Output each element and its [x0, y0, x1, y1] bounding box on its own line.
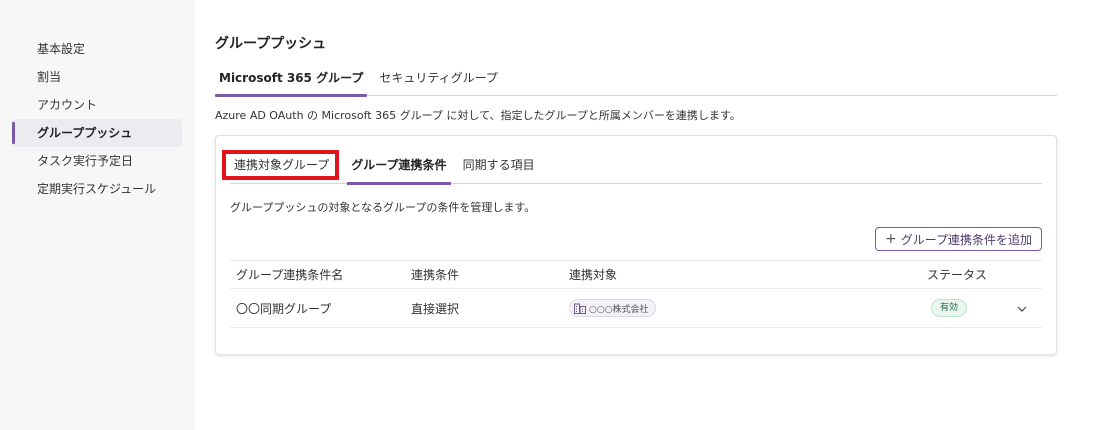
table-row[interactable]: 〇〇同期グループ 直接選択 ○○○株式会社 有効 [230, 289, 1042, 328]
page-title: グループプッシュ [215, 36, 327, 52]
column-header-target: 連携対象 [569, 268, 618, 282]
column-header-condition: 連携条件 [411, 268, 460, 282]
table-header-row: グループ連携条件名 連携条件 連携対象 ステータス [230, 260, 1042, 289]
main-content: グループプッシュ Microsoft 365 グループ セキュリティグループ A… [195, 0, 1112, 430]
sidebar-item-assignment[interactable]: 割当 [12, 63, 182, 91]
add-button-label: グループ連携条件を追加 [900, 232, 1032, 247]
column-header-name: グループ連携条件名 [236, 268, 344, 282]
cell-condition-name: 〇〇同期グループ [236, 301, 332, 316]
add-row: + グループ連携条件を追加 [230, 227, 1042, 251]
cell-status: 有効 [921, 289, 1011, 328]
tab-target-group[interactable]: 連携対象グループ [222, 150, 340, 180]
chevron-down-icon[interactable] [1017, 301, 1027, 315]
sidebar-item-account[interactable]: アカウント [12, 91, 182, 119]
sidebar-item-group-push[interactable]: グループプッシュ [12, 119, 182, 147]
conditions-table: グループ連携条件名 連携条件 連携対象 ステータス 〇〇同期グループ 直接選択 [230, 260, 1042, 328]
tab-security-group[interactable]: セキュリティグループ [375, 66, 502, 96]
sidebar-item-task-schedule-date[interactable]: タスク実行予定日 [12, 147, 182, 175]
plus-icon: + [884, 231, 897, 247]
target-tag-label: ○○○株式会社 [589, 304, 649, 315]
page-description: Azure AD OAuth の Microsoft 365 グループ に対して… [215, 109, 741, 122]
sidebar-item-basic-settings[interactable]: 基本設定 [12, 35, 182, 63]
status-badge: 有効 [931, 299, 968, 317]
cell-target: ○○○株式会社 [563, 289, 921, 328]
card-description: グループプッシュの対象となるグループの条件を管理します。 [230, 201, 536, 214]
target-tag: ○○○株式会社 [569, 299, 656, 317]
column-header-status: ステータス [927, 268, 988, 282]
cell-condition-type: 直接選択 [411, 301, 460, 316]
column-header-actions [1011, 261, 1042, 289]
tab-sync-items[interactable]: 同期する項目 [459, 150, 539, 184]
group-conditions-card: 連携対象グループ グループ連携条件 同期する項目 グループプッシュの対象となるグ… [215, 135, 1057, 355]
card-tabs: 連携対象グループ グループ連携条件 同期する項目 [222, 150, 1042, 185]
sidebar: 基本設定 割当 アカウント グループプッシュ タスク実行予定日 定期実行スケジュ… [0, 0, 195, 430]
tab-group-conditions[interactable]: グループ連携条件 [347, 150, 451, 185]
group-type-tabs: Microsoft 365 グループ セキュリティグループ [215, 66, 1057, 97]
sidebar-item-periodic-schedule[interactable]: 定期実行スケジュール [12, 175, 182, 203]
app-layout: 基本設定 割当 アカウント グループプッシュ タスク実行予定日 定期実行スケジュ… [0, 0, 1112, 430]
tab-microsoft-365-group[interactable]: Microsoft 365 グループ [215, 66, 368, 97]
cell-expand [1011, 289, 1042, 328]
building-icon [574, 303, 586, 314]
add-group-condition-button[interactable]: + グループ連携条件を追加 [874, 227, 1042, 251]
